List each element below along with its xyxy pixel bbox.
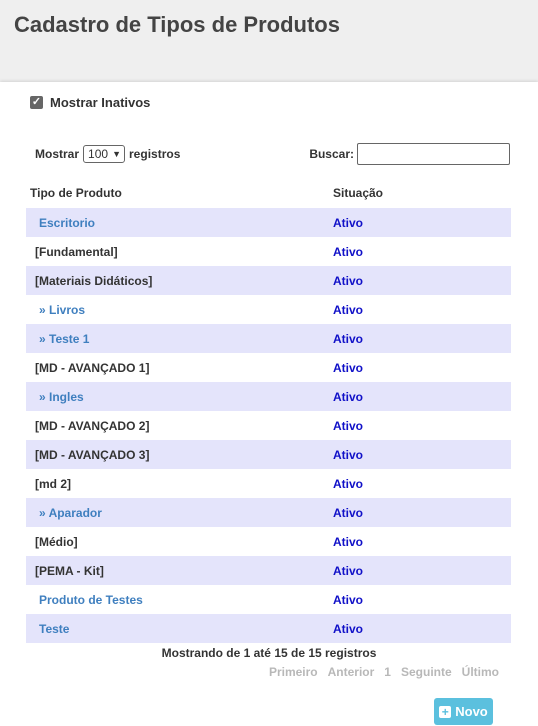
column-header-type[interactable]: Tipo de Produto xyxy=(26,186,330,200)
product-type-cell[interactable]: » Teste 1 xyxy=(26,332,330,346)
product-type-cell[interactable]: » Livros xyxy=(26,303,330,317)
product-type-cell: [MD - AVANÇADO 2] xyxy=(35,418,150,433)
product-type-cell: [PEMA - Kit] xyxy=(35,563,104,578)
pagination-page-1[interactable]: 1 xyxy=(384,665,391,679)
table-row[interactable]: » Aparador Ativo xyxy=(26,498,511,527)
status-cell: Ativo xyxy=(333,418,363,433)
status-cell: Ativo xyxy=(333,505,363,520)
table-info: Mostrando de 1 até 15 de 15 registros xyxy=(161,646,377,660)
status-cell: Ativo xyxy=(333,534,363,549)
plus-icon: + xyxy=(439,705,452,718)
status-cell: Ativo xyxy=(333,360,363,375)
product-type-cell[interactable]: Produto de Testes xyxy=(26,593,330,607)
status-cell: Ativo xyxy=(333,215,363,230)
length-select-value: 100 xyxy=(88,147,109,161)
product-type-cell: [Médio] xyxy=(35,534,78,549)
pagination-previous[interactable]: Anterior xyxy=(328,665,375,679)
pagination: Primeiro Anterior 1 Seguinte Último xyxy=(269,665,499,679)
status-cell: Ativo xyxy=(333,389,363,404)
table-row[interactable]: Produto de Testes Ativo xyxy=(26,585,511,614)
new-button-label: Novo xyxy=(455,704,488,719)
table-row[interactable]: [PEMA - Kit] Ativo xyxy=(26,556,511,585)
length-control: Mostrar 100 ▼ registros xyxy=(35,143,180,165)
status-cell: Ativo xyxy=(333,621,363,636)
table-row[interactable]: » Ingles Ativo xyxy=(26,382,511,411)
table-header: Tipo de Produto Situação xyxy=(26,178,511,208)
column-header-status[interactable]: Situação xyxy=(330,186,511,200)
product-type-cell: [Materiais Didáticos] xyxy=(35,273,153,288)
table-controls: Mostrar 100 ▼ registros Buscar: xyxy=(35,143,510,165)
length-suffix: registros xyxy=(129,147,181,161)
pagination-last[interactable]: Último xyxy=(462,665,499,679)
product-type-cell[interactable]: » Ingles xyxy=(26,390,330,404)
show-inactive-checkbox[interactable]: ✓ xyxy=(30,96,43,109)
status-cell: Ativo xyxy=(333,476,363,491)
chevron-down-icon: ▼ xyxy=(112,149,122,159)
status-cell: Ativo xyxy=(333,273,363,288)
table-row[interactable]: [MD - AVANÇADO 2] Ativo xyxy=(26,411,511,440)
product-type-cell: [MD - AVANÇADO 1] xyxy=(35,360,150,375)
show-inactive-toggle[interactable]: ✓ Mostrar Inativos xyxy=(30,95,150,110)
product-type-cell[interactable]: Teste xyxy=(26,622,330,636)
table-row[interactable]: » Teste 1 Ativo xyxy=(26,324,511,353)
table-body: Escritorio Ativo [Fundamental] Ativo [Materi… xyxy=(26,208,511,643)
product-type-cell: [MD - AVANÇADO 3] xyxy=(35,447,150,462)
product-type-cell: [md 2] xyxy=(35,476,71,491)
length-select[interactable]: 100 ▼ xyxy=(83,145,126,163)
page-title: Cadastro de Tipos de Produtos xyxy=(14,12,340,37)
pagination-next[interactable]: Seguinte xyxy=(401,665,452,679)
table-row[interactable]: [MD - AVANÇADO 1] Ativo xyxy=(26,353,511,382)
status-cell: Ativo xyxy=(333,447,363,462)
length-prefix: Mostrar xyxy=(35,147,80,161)
table-row[interactable]: [Fundamental] Ativo xyxy=(26,237,511,266)
new-button[interactable]: + Novo xyxy=(434,698,493,725)
table-row[interactable]: » Livros Ativo xyxy=(26,295,511,324)
status-cell: Ativo xyxy=(333,563,363,578)
table-row[interactable]: [md 2] Ativo xyxy=(26,469,511,498)
table-row[interactable]: [Médio] Ativo xyxy=(26,527,511,556)
search-label: Buscar: xyxy=(309,147,354,161)
product-types-table: Tipo de Produto Situação Escritorio Ativo… xyxy=(26,178,511,643)
table-row[interactable]: Escritorio Ativo xyxy=(26,208,511,237)
status-cell: Ativo xyxy=(333,244,363,259)
product-type-cell[interactable]: » Aparador xyxy=(26,506,330,520)
table-row[interactable]: [MD - AVANÇADO 3] Ativo xyxy=(26,440,511,469)
table-row[interactable]: [Materiais Didáticos] Ativo xyxy=(26,266,511,295)
page-header: Cadastro de Tipos de Produtos xyxy=(0,0,538,82)
product-type-cell[interactable]: Escritorio xyxy=(26,216,330,230)
status-cell: Ativo xyxy=(333,302,363,317)
main-panel: ✓ Mostrar Inativos Mostrar 100 ▼ registr… xyxy=(0,82,538,726)
search-control: Buscar: xyxy=(309,143,510,165)
status-cell: Ativo xyxy=(333,331,363,346)
pagination-first[interactable]: Primeiro xyxy=(269,665,318,679)
show-inactive-label: Mostrar Inativos xyxy=(50,95,151,110)
table-row[interactable]: Teste Ativo xyxy=(26,614,511,643)
product-type-cell: [Fundamental] xyxy=(35,244,118,259)
status-cell: Ativo xyxy=(333,592,363,607)
search-input[interactable] xyxy=(357,143,510,165)
